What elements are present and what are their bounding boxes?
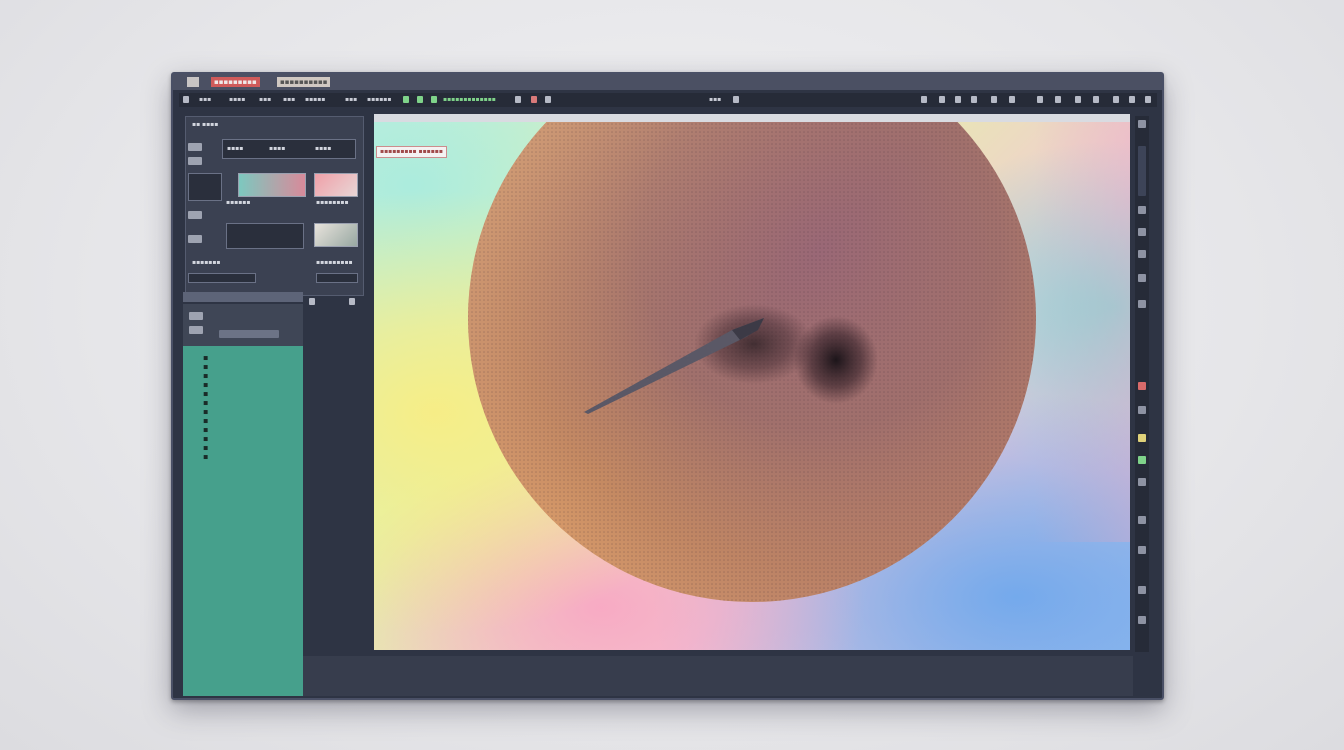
- value-field[interactable]: [316, 273, 358, 283]
- tool-icon-4[interactable]: [188, 235, 202, 243]
- layers-panel: ▪▪▪▪▪▪▪▪▪▪▪▪: [183, 304, 303, 696]
- toggle-icon[interactable]: [403, 96, 409, 103]
- panel-tab-2[interactable]: ▪▪▪▪: [269, 143, 285, 154]
- swatch-strip[interactable]: [183, 292, 303, 302]
- menu-item-5[interactable]: ▪▪▪▪▪: [305, 95, 325, 105]
- menu-item-7[interactable]: ▪▪▪▪▪▪: [367, 95, 391, 105]
- layer-thumbnail-2[interactable]: [314, 173, 358, 197]
- close-icon[interactable]: [1145, 96, 1151, 103]
- maximize-icon[interactable]: [1129, 96, 1135, 103]
- canvas-label: ▪▪▪▪▪▪▪▪▪ ▪▪▪▪▪▪: [376, 146, 447, 158]
- minimize-icon[interactable]: [1113, 96, 1119, 103]
- rail-slider[interactable]: [1138, 146, 1146, 196]
- canvas-area[interactable]: ▪▪▪▪▪▪▪▪▪ ▪▪▪▪▪▪: [374, 122, 1130, 650]
- layer-row-2[interactable]: ▪▪▪▪▪▪▪▪: [316, 197, 349, 208]
- rail-color-yellow[interactable]: [1138, 434, 1146, 442]
- help-icon[interactable]: [1093, 96, 1099, 103]
- menu-item-1[interactable]: ▪▪▪: [199, 95, 211, 105]
- arrow-icon[interactable]: [309, 298, 315, 305]
- top-ruler: [374, 114, 1130, 122]
- export-icon[interactable]: [1055, 96, 1061, 103]
- window-icon[interactable]: [991, 96, 997, 103]
- rail-icon-8[interactable]: [1138, 478, 1146, 486]
- rail-icon-9[interactable]: [1138, 516, 1146, 524]
- panel-tab-1[interactable]: ▪▪▪▪: [227, 143, 243, 154]
- rail-icon-2[interactable]: [1138, 206, 1146, 214]
- menu-bar: ▪▪▪ ▪▪▪▪ ▪▪▪ ▪▪▪ ▪▪▪▪▪ ▪▪▪ ▪▪▪▪▪▪ ▪▪▪▪▪▪…: [179, 93, 1157, 107]
- layers-icon[interactable]: [545, 96, 551, 103]
- center-label: ▪▪▪: [709, 96, 722, 103]
- menu-item-6[interactable]: ▪▪▪: [345, 95, 357, 105]
- tool-icon-1[interactable]: [188, 143, 202, 151]
- status-area: [303, 656, 1133, 696]
- layer-settings-box[interactable]: [226, 223, 304, 249]
- rail-icon-5[interactable]: [1138, 274, 1146, 282]
- layer-controls[interactable]: [219, 330, 279, 338]
- layer-row-4[interactable]: ▪▪▪▪▪▪▪▪▪: [316, 257, 353, 268]
- layers-side-label: ▪▪▪▪▪▪▪▪▪▪▪▪: [201, 354, 210, 462]
- info-icon[interactable]: [733, 96, 739, 103]
- status-readout: ▪▪▪▪▪▪▪▪▪▪▪▪▪: [443, 96, 496, 103]
- tool-preview[interactable]: [188, 173, 222, 201]
- properties-panel: ▪▪ ▪▪▪▪ ▪▪▪▪ ▪▪▪▪ ▪▪▪▪ ▪▪▪▪▪▪ ▪▪▪▪▪▪▪▪ ▪…: [185, 116, 364, 296]
- layer-icon-2[interactable]: [189, 326, 203, 334]
- layer-icon-1[interactable]: [189, 312, 203, 320]
- more-icon[interactable]: [349, 298, 355, 305]
- tool-icon-3[interactable]: [188, 211, 202, 219]
- menu-item-4[interactable]: ▪▪▪: [283, 95, 295, 105]
- mid-toolbar: [303, 296, 379, 308]
- hand-icon[interactable]: [939, 96, 945, 103]
- rail-icon-7[interactable]: [1138, 406, 1146, 414]
- lock-icon[interactable]: [417, 96, 423, 103]
- share-icon[interactable]: [1037, 96, 1043, 103]
- panel-header: ▪▪ ▪▪▪▪: [192, 121, 219, 128]
- layers-panel-header: [183, 304, 303, 346]
- tab-active[interactable]: ▪▪▪▪▪▪▪▪▪: [211, 77, 260, 87]
- layer-row-3[interactable]: ▪▪▪▪▪▪▪: [192, 257, 220, 268]
- right-toolbar: [1135, 116, 1149, 652]
- rail-icon-1[interactable]: [1138, 120, 1146, 128]
- layer-thumbnail-1[interactable]: [238, 173, 306, 197]
- panel-tab-3[interactable]: ▪▪▪▪: [315, 143, 331, 154]
- menu-item-2[interactable]: ▪▪▪▪: [229, 95, 245, 105]
- rail-icon-3[interactable]: [1138, 228, 1146, 236]
- rail-color-red[interactable]: [1138, 382, 1146, 390]
- rail-icon-6[interactable]: [1138, 300, 1146, 308]
- stripe-texture: [1034, 122, 1130, 542]
- rail-icon-10[interactable]: [1138, 546, 1146, 554]
- panel-icon[interactable]: [1009, 96, 1015, 103]
- rail-icon-4[interactable]: [1138, 250, 1146, 258]
- shape-icon[interactable]: [971, 96, 977, 103]
- text-icon[interactable]: [955, 96, 961, 103]
- grid-icon[interactable]: [431, 96, 437, 103]
- menu-icon[interactable]: [183, 96, 189, 103]
- artwork: [468, 122, 1130, 602]
- slider-track[interactable]: [188, 273, 256, 283]
- ink-blot-right: [794, 316, 878, 404]
- layer-thumbnail-3[interactable]: [314, 223, 358, 247]
- title-bar: ▪▪▪▪▪▪▪▪▪ ▪▪▪▪▪▪▪▪▪▪: [173, 74, 1162, 90]
- layer-row-1[interactable]: ▪▪▪▪▪▪: [226, 197, 250, 208]
- record-icon[interactable]: [531, 96, 537, 103]
- monitor-frame: ▪▪▪▪▪▪▪▪▪ ▪▪▪▪▪▪▪▪▪▪ ▪▪▪ ▪▪▪▪ ▪▪▪ ▪▪▪ ▪▪…: [171, 72, 1164, 700]
- settings-icon[interactable]: [515, 96, 521, 103]
- menu-item-3[interactable]: ▪▪▪: [259, 95, 271, 105]
- rail-icon-12[interactable]: [1138, 616, 1146, 624]
- rail-color-green[interactable]: [1138, 456, 1146, 464]
- tab-inactive[interactable]: ▪▪▪▪▪▪▪▪▪▪: [277, 77, 331, 87]
- panel-tab-bar: ▪▪▪▪ ▪▪▪▪ ▪▪▪▪: [222, 139, 356, 159]
- zoom-icon[interactable]: [921, 96, 927, 103]
- tool-icon-2[interactable]: [188, 157, 202, 165]
- rail-icon-11[interactable]: [1138, 586, 1146, 594]
- tab-close-icon[interactable]: [187, 77, 199, 87]
- user-icon[interactable]: [1075, 96, 1081, 103]
